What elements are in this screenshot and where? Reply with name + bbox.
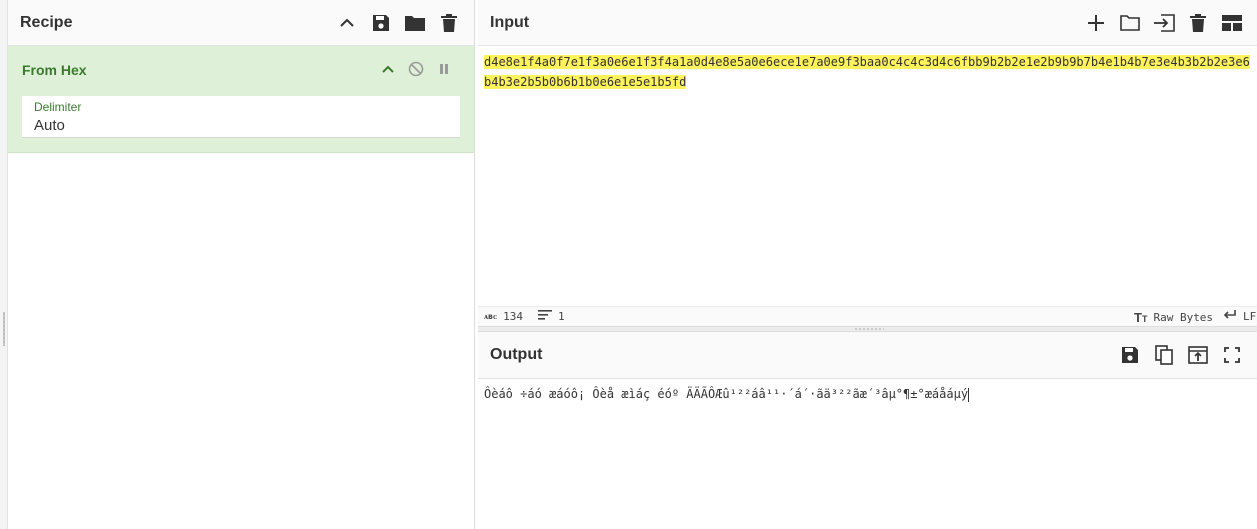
replace-input-icon[interactable] xyxy=(1181,340,1215,370)
output-title: Output xyxy=(490,346,543,363)
maximize-icon[interactable] xyxy=(1215,340,1249,370)
chevron-up-icon[interactable] xyxy=(330,8,364,38)
delimiter-field[interactable]: Delimiter Auto xyxy=(22,96,460,138)
input-pane: Input d4e8e1f4a0f7e1f3a0e6e1f3f4a1a0d4e8… xyxy=(478,0,1257,326)
layout-icon[interactable] xyxy=(1215,8,1249,38)
line-count-value: 1 xyxy=(558,310,565,323)
lines-icon xyxy=(538,310,552,323)
save-icon[interactable] xyxy=(364,8,398,38)
operations-pane-edge[interactable] xyxy=(0,0,8,529)
folder-icon[interactable] xyxy=(1113,8,1147,38)
pause-icon[interactable] xyxy=(432,58,456,80)
output-textarea[interactable]: Ôèáô ÷áó æáóô¡ Ôèå æìáç éóº ÄÄÃÔÆû¹²²áâ¹… xyxy=(484,384,1256,404)
folder-icon[interactable] xyxy=(398,8,432,38)
resize-grip[interactable] xyxy=(3,312,5,346)
delimiter-value[interactable]: Auto xyxy=(34,117,65,134)
output-text-content: Ôèáô ÷áó æáóô¡ Ôèå æìáç éóº ÄÄÃÔÆû¹²²áâ¹… xyxy=(484,387,969,401)
char-count-value: 134 xyxy=(503,310,524,323)
input-title: Input xyxy=(490,13,530,31)
operation-title: From Hex xyxy=(22,62,87,78)
encoding-value: Raw Bytes xyxy=(1153,311,1214,324)
eol-value: LF xyxy=(1243,310,1257,323)
input-header: Input xyxy=(478,0,1257,46)
plus-icon[interactable] xyxy=(1079,8,1113,38)
text-caret xyxy=(968,387,970,402)
output-header: Output xyxy=(478,332,1257,379)
line-count: 1 xyxy=(538,310,565,323)
operation-from-hex[interactable]: From Hex Delimiter Auto xyxy=(8,46,474,153)
encoding-selector[interactable]: TT Raw Bytes xyxy=(1134,310,1213,325)
eol-selector[interactable]: LF xyxy=(1223,310,1256,323)
copy-icon[interactable] xyxy=(1147,340,1181,370)
abc-icon: ᴀʙᴄ xyxy=(484,312,498,321)
divider-grip[interactable] xyxy=(854,328,884,330)
recipe-pane: Recipe From Hex Delimiter Auto xyxy=(8,0,475,529)
input-text-content: d4e8e1f4a0f7e1f3a0e6e1f3f4a1a0d4e8e5a0e6… xyxy=(484,55,1250,89)
output-pane: Output Ôèáô ÷áó æáóô¡ Ôèå æìáç éóº ÄÄÃÔÆ… xyxy=(478,332,1257,529)
char-count: ᴀʙᴄ 134 xyxy=(484,310,523,323)
return-icon xyxy=(1223,310,1237,323)
cyberchef-app: Recipe From Hex Delimiter Auto Input d4e… xyxy=(0,0,1257,529)
text-size-icon: TT xyxy=(1134,310,1148,325)
disable-icon[interactable] xyxy=(404,58,428,80)
save-icon[interactable] xyxy=(1113,340,1147,370)
trash-icon[interactable] xyxy=(432,8,466,38)
delimiter-label: Delimiter xyxy=(34,100,82,114)
recipe-header: Recipe xyxy=(8,0,474,46)
trash-icon[interactable] xyxy=(1181,8,1215,38)
import-icon[interactable] xyxy=(1147,8,1181,38)
chevron-up-icon[interactable] xyxy=(376,58,400,80)
recipe-title: Recipe xyxy=(20,13,73,31)
input-textarea[interactable]: d4e8e1f4a0f7e1f3a0e6e1f3f4a1a0d4e8e5a0e6… xyxy=(484,52,1256,92)
input-status-bar: ᴀʙᴄ 134 1 TT Raw Bytes LF xyxy=(478,306,1257,326)
